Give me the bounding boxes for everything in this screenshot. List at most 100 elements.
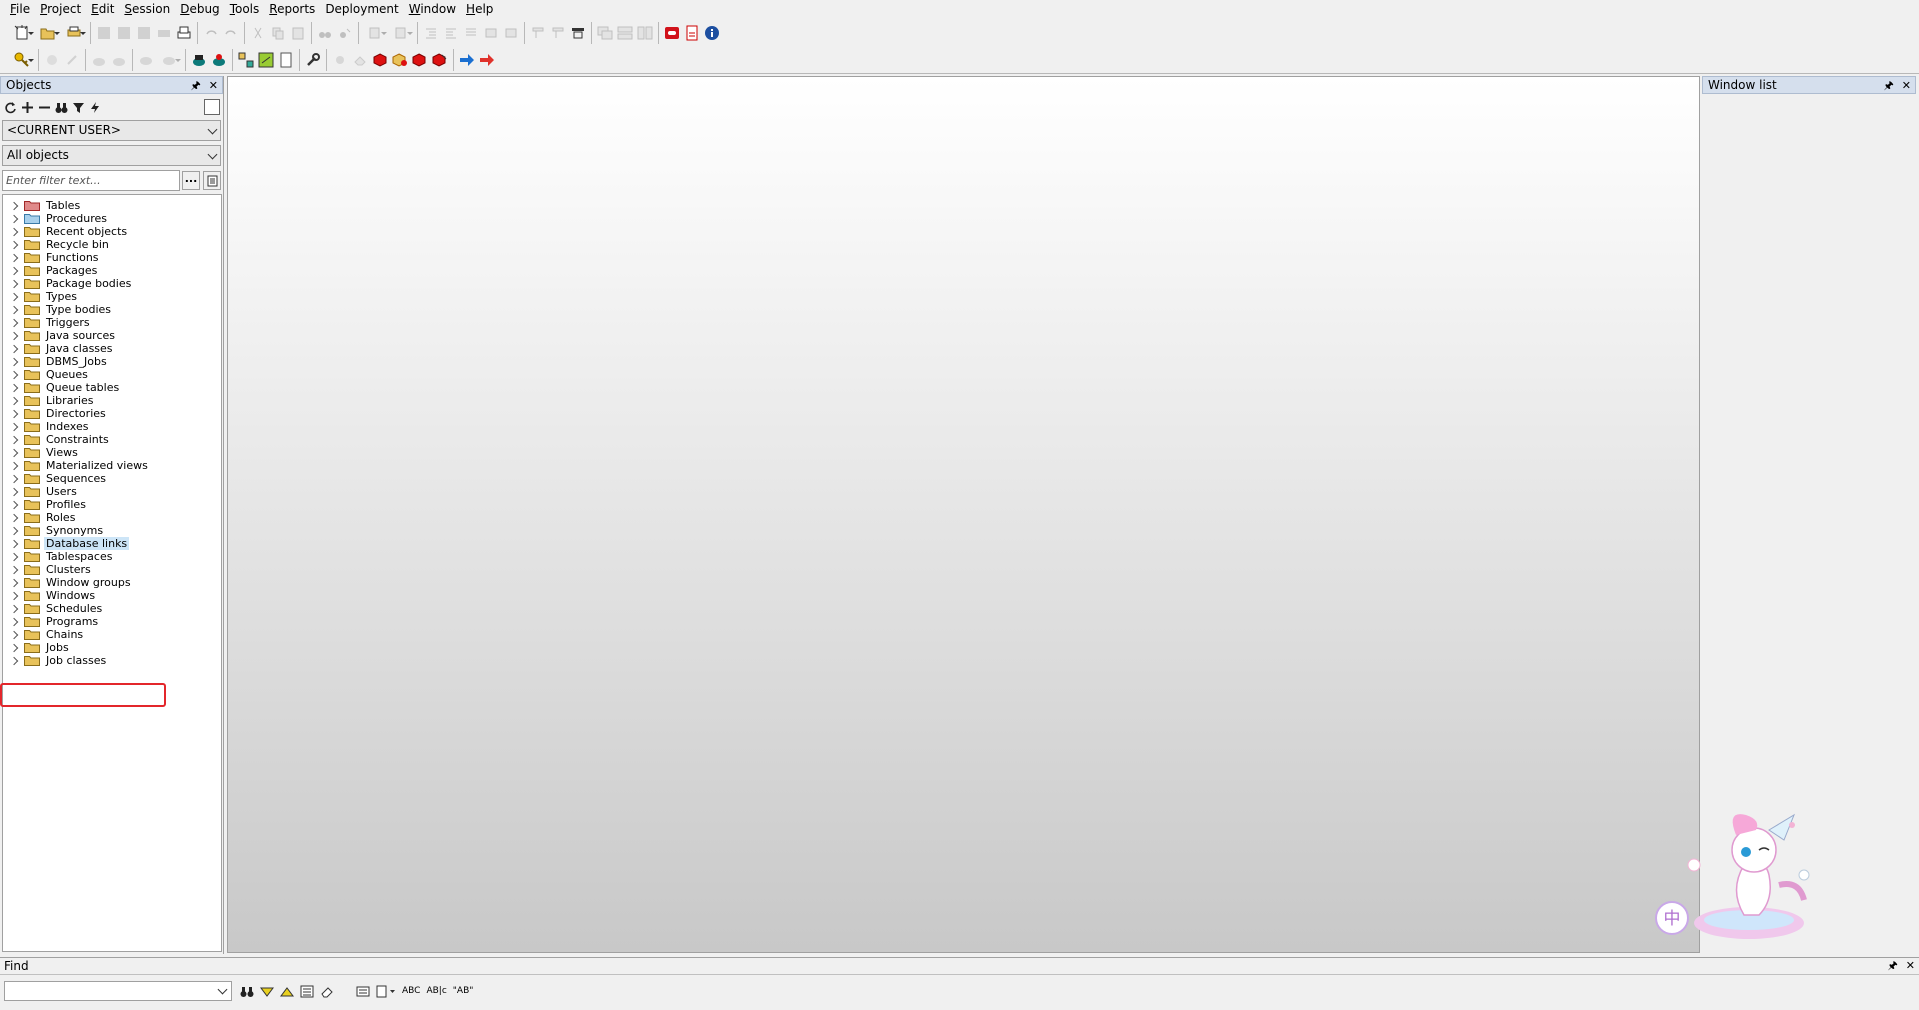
run-icon[interactable] <box>62 50 82 70</box>
find-next-icon[interactable] <box>260 985 274 998</box>
tree-node-profiles[interactable]: Profiles <box>3 498 221 511</box>
tree-node-sequences[interactable]: Sequences <box>3 472 221 485</box>
chevron-right-icon[interactable] <box>11 578 19 588</box>
chevron-right-icon[interactable] <box>11 214 19 224</box>
cascade-icon[interactable] <box>595 23 615 43</box>
chevron-right-icon[interactable] <box>11 513 19 523</box>
tree-node-triggers[interactable]: Triggers <box>3 316 221 329</box>
tree-node-constraints[interactable]: Constraints <box>3 433 221 446</box>
tree-node-java-classes[interactable]: Java classes <box>3 342 221 355</box>
step-icon[interactable] <box>548 23 568 43</box>
menu-window[interactable]: Window <box>409 2 456 16</box>
chevron-right-icon[interactable] <box>11 604 19 614</box>
chevron-right-icon[interactable] <box>11 357 19 367</box>
db-log-icon[interactable] <box>209 50 229 70</box>
tree-node-tablespaces[interactable]: Tablespaces <box>3 550 221 563</box>
tree-node-indexes[interactable]: Indexes <box>3 420 221 433</box>
chevron-right-icon[interactable] <box>11 279 19 289</box>
chevron-right-icon[interactable] <box>11 396 19 406</box>
chevron-right-icon[interactable] <box>11 383 19 393</box>
tree-node-clusters[interactable]: Clusters <box>3 563 221 576</box>
uppercase-icon[interactable] <box>481 23 501 43</box>
chevron-right-icon[interactable] <box>11 201 19 211</box>
tree-node-queues[interactable]: Queues <box>3 368 221 381</box>
tree-node-synonyms[interactable]: Synonyms <box>3 524 221 537</box>
tree-node-recent-objects[interactable]: Recent objects <box>3 225 221 238</box>
user-select[interactable]: <CURRENT USER> <box>2 120 221 141</box>
unindent-icon[interactable] <box>441 23 461 43</box>
explain-plan-icon[interactable] <box>568 23 588 43</box>
print-setup-icon[interactable] <box>61 23 87 43</box>
tree-node-libraries[interactable]: Libraries <box>3 394 221 407</box>
chevron-right-icon[interactable] <box>11 643 19 653</box>
chevron-right-icon[interactable] <box>11 266 19 276</box>
tile-vertical-icon[interactable] <box>635 23 655 43</box>
debug-icon[interactable] <box>430 50 450 70</box>
chevron-right-icon[interactable] <box>11 253 19 263</box>
chevron-right-icon[interactable] <box>11 656 19 666</box>
paste-icon[interactable] <box>288 23 308 43</box>
chevron-right-icon[interactable] <box>11 292 19 302</box>
case-sensitive-icon[interactable]: ABC <box>402 986 420 996</box>
filter-doc-icon[interactable] <box>203 171 221 190</box>
tree-node-type-bodies[interactable]: Type bodies <box>3 303 221 316</box>
pin-icon[interactable]: 🖈 <box>191 78 201 94</box>
print-icon[interactable] <box>154 23 174 43</box>
redo-icon[interactable] <box>221 23 241 43</box>
tree-node-job-classes[interactable]: Job classes <box>3 654 221 667</box>
menu-reports[interactable]: Reports <box>269 2 315 16</box>
chevron-right-icon[interactable] <box>11 370 19 380</box>
pin-icon[interactable]: 🖈 <box>1888 958 1898 974</box>
db-connect-icon[interactable] <box>189 50 209 70</box>
info-icon[interactable] <box>702 23 722 43</box>
break-icon[interactable] <box>42 50 62 70</box>
commit-icon[interactable] <box>89 50 109 70</box>
tree-node-queue-tables[interactable]: Queue tables <box>3 381 221 394</box>
chevron-right-icon[interactable] <box>11 435 19 445</box>
save-icon[interactable] <box>94 23 114 43</box>
tree-node-schedules[interactable]: Schedules <box>3 602 221 615</box>
tile-horizontal-icon[interactable] <box>615 23 635 43</box>
filter-icon[interactable] <box>72 101 85 114</box>
connection-icon[interactable] <box>156 50 182 70</box>
export-icon[interactable] <box>256 50 276 70</box>
replace-icon[interactable] <box>335 23 355 43</box>
chevron-right-icon[interactable] <box>11 565 19 575</box>
highlight-icon[interactable] <box>300 985 314 998</box>
chevron-right-icon[interactable] <box>11 500 19 510</box>
open-icon[interactable] <box>35 23 61 43</box>
find-input[interactable] <box>4 981 232 1001</box>
arrow-right-blue-icon[interactable] <box>457 50 477 70</box>
tree-node-dbms-jobs[interactable]: DBMS_Jobs <box>3 355 221 368</box>
tree-node-directories[interactable]: Directories <box>3 407 221 420</box>
comment-icon[interactable] <box>461 23 481 43</box>
chevron-right-icon[interactable] <box>11 474 19 484</box>
printer-icon[interactable] <box>174 23 194 43</box>
chevron-right-icon[interactable] <box>11 318 19 328</box>
report-icon[interactable] <box>276 50 296 70</box>
add-icon[interactable] <box>21 101 34 114</box>
binoculars-icon[interactable] <box>240 985 254 998</box>
eraser-icon[interactable] <box>350 50 370 70</box>
key-icon[interactable] <box>9 50 35 70</box>
lightning-icon[interactable] <box>89 101 102 114</box>
chevron-right-icon[interactable] <box>11 487 19 497</box>
chevron-right-icon[interactable] <box>11 305 19 315</box>
copy-icon[interactable] <box>268 23 288 43</box>
tree-node-users[interactable]: Users <box>3 485 221 498</box>
chevron-right-icon[interactable] <box>11 409 19 419</box>
tree-node-database-links[interactable]: Database links <box>3 537 221 550</box>
tree-node-views[interactable]: Views <box>3 446 221 459</box>
binoculars-icon[interactable] <box>55 101 68 114</box>
wrench-icon[interactable] <box>303 50 323 70</box>
rollback-icon[interactable] <box>109 50 129 70</box>
chevron-right-icon[interactable] <box>11 461 19 471</box>
find-prev-icon[interactable] <box>280 985 294 998</box>
tree-node-materialized-views[interactable]: Materialized views <box>3 459 221 472</box>
toggle-box[interactable] <box>204 99 220 115</box>
tree-node-tables[interactable]: Tables <box>3 199 221 212</box>
arrow-right-red-icon[interactable] <box>477 50 497 70</box>
close-icon[interactable]: ✕ <box>209 78 218 94</box>
new-icon[interactable] <box>9 23 35 43</box>
remove-icon[interactable] <box>38 101 51 114</box>
